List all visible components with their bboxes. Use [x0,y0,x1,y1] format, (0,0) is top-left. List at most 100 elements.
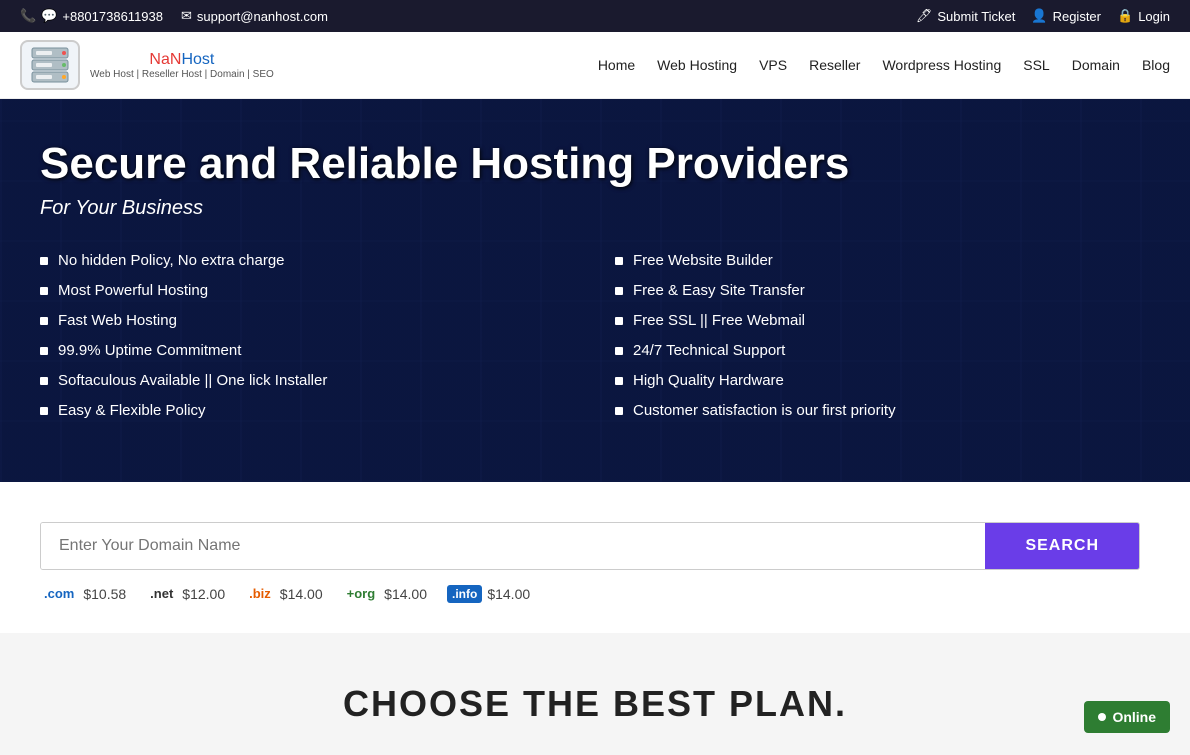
domain-search-input[interactable] [41,523,985,569]
bullet-icon [615,257,623,265]
nav-reseller[interactable]: Reseller [809,57,860,73]
bullet-icon [40,257,48,265]
phone-icon: 📞 [20,8,36,24]
tld-biz-price: $14.00 [280,586,323,602]
main-nav: Home Web Hosting VPS Reseller Wordpress … [598,57,1170,73]
list-item: Easy & Flexible Policy [40,402,575,419]
tld-net-price: $12.00 [182,586,225,602]
phone-number: +8801738611938 [62,9,163,24]
email-icon: ✉ [181,8,192,24]
tld-com-badge: .com [40,584,78,603]
whatsapp-icon: 💬 [41,8,57,24]
nav-web-hosting[interactable]: Web Hosting [657,57,737,73]
bullet-icon [40,377,48,385]
tld-org-price: $14.00 [384,586,427,602]
list-item: 99.9% Uptime Commitment [40,342,575,359]
logo-nan: NaN [149,51,181,68]
email-address: support@nanhost.com [197,9,328,24]
server-icon [28,46,72,84]
list-item: High Quality Hardware [615,372,1150,389]
login-label: Login [1138,9,1170,24]
logo-host: Host [181,51,214,68]
list-item: Customer satisfaction is our first prior… [615,402,1150,419]
register-link[interactable]: 👤 Register [1031,8,1101,24]
domain-search-section: SEARCH .com $10.58 .net $12.00 .biz $14.… [0,482,1190,633]
bullet-icon [615,347,623,355]
ticket-label: Submit Ticket [937,9,1015,24]
top-bar-left: 📞 💬 +8801738611938 ✉ support@nanhost.com [20,8,328,24]
feature-text: Fast Web Hosting [58,312,177,329]
best-plan-title: CHOOSE THE BEST PLAN. [343,683,847,725]
nav-ssl[interactable]: SSL [1023,57,1049,73]
feature-text: High Quality Hardware [633,372,784,389]
phone-link[interactable]: 📞 💬 +8801738611938 [20,8,163,24]
register-icon: 👤 [1031,8,1047,24]
list-item: Most Powerful Hosting [40,282,575,299]
login-link[interactable]: 🔒 Login [1117,8,1170,24]
nav-domain[interactable]: Domain [1072,57,1120,73]
list-item: Fast Web Hosting [40,312,575,329]
hero-title: Secure and Reliable Hosting Providers [40,139,1150,189]
submit-ticket-link[interactable]: 🖊 Submit Ticket [916,8,1016,24]
nav-blog[interactable]: Blog [1142,57,1170,73]
hero-right-list: Free Website Builder Free & Easy Site Tr… [615,252,1150,419]
feature-text: Free Website Builder [633,252,773,269]
logo-area: NaNHost Web Host | Reseller Host | Domai… [20,40,274,90]
top-bar-right: 🖊 Submit Ticket 👤 Register 🔒 Login [916,8,1170,24]
bullet-icon [40,287,48,295]
feature-text: Free SSL || Free Webmail [633,312,805,329]
bullet-icon [615,317,623,325]
list-item: Free Website Builder [615,252,1150,269]
site-header: NaNHost Web Host | Reseller Host | Domai… [0,32,1190,99]
online-dot-icon [1098,713,1106,721]
logo-text: NaNHost Web Host | Reseller Host | Domai… [90,51,274,80]
feature-text: Free & Easy Site Transfer [633,282,805,299]
hero-subtitle: For Your Business [40,197,1150,220]
tld-com-price: $10.58 [83,586,126,602]
ticket-icon: 🖊 [916,8,933,24]
logo-brand: NaNHost [149,51,214,69]
tld-biz: .biz $14.00 [245,584,323,603]
hero-left-col: No hidden Policy, No extra charge Most P… [40,252,575,432]
bottom-section: CHOOSE THE BEST PLAN. [0,633,1190,755]
online-badge[interactable]: Online [1084,701,1170,733]
feature-text: Most Powerful Hosting [58,282,208,299]
hero-left-list: No hidden Policy, No extra charge Most P… [40,252,575,419]
feature-text: Easy & Flexible Policy [58,402,206,419]
logo-tagline: Web Host | Reseller Host | Domain | SEO [90,69,274,80]
logo-icon [20,40,80,90]
bullet-icon [615,287,623,295]
feature-text: No hidden Policy, No extra charge [58,252,285,269]
feature-text: Customer satisfaction is our first prior… [633,402,896,419]
nav-home[interactable]: Home [598,57,635,73]
tld-net: .net $12.00 [146,584,225,603]
bullet-icon [615,377,623,385]
list-item: Softaculous Available || One lick Instal… [40,372,575,389]
tld-biz-badge: .biz [245,584,275,603]
feature-text: Softaculous Available || One lick Instal… [58,372,327,389]
email-link[interactable]: ✉ support@nanhost.com [181,8,328,24]
bullet-icon [615,407,623,415]
tld-com: .com $10.58 [40,584,126,603]
nav-vps[interactable]: VPS [759,57,787,73]
top-bar: 📞 💬 +8801738611938 ✉ support@nanhost.com… [0,0,1190,32]
list-item: Free SSL || Free Webmail [615,312,1150,329]
bullet-icon [40,317,48,325]
hero-right-col: Free Website Builder Free & Easy Site Tr… [615,252,1150,432]
feature-text: 99.9% Uptime Commitment [58,342,241,359]
hero-section: Secure and Reliable Hosting Providers Fo… [0,99,1190,482]
register-label: Register [1053,9,1101,24]
tld-info-price: $14.00 [487,586,530,602]
online-label: Online [1112,709,1156,725]
bullet-icon [40,347,48,355]
tld-net-badge: .net [146,584,177,603]
list-item: No hidden Policy, No extra charge [40,252,575,269]
tld-list: .com $10.58 .net $12.00 .biz $14.00 +org… [40,584,1150,603]
bullet-icon [40,407,48,415]
tld-org: +org $14.00 [343,584,427,603]
lock-icon: 🔒 [1117,8,1133,24]
tld-info: .info $14.00 [447,585,530,603]
tld-info-badge: .info [447,585,482,603]
nav-wordpress-hosting[interactable]: Wordpress Hosting [882,57,1001,73]
domain-search-button[interactable]: SEARCH [985,523,1139,569]
